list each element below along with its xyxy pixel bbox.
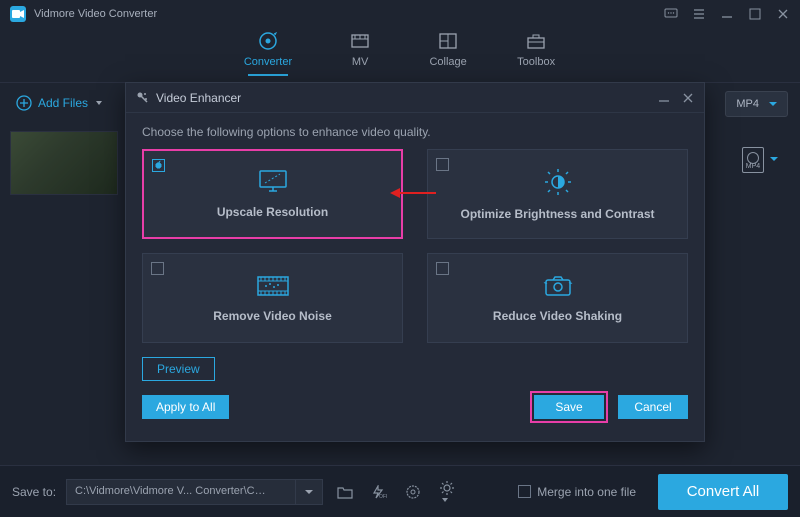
wand-icon [136, 91, 150, 105]
saveto-dropdown-button[interactable] [295, 479, 323, 505]
apply-to-all-button[interactable]: Apply to All [142, 395, 229, 419]
collage-icon [437, 30, 459, 52]
feedback-icon[interactable] [664, 7, 678, 21]
tab-converter[interactable]: Converter [244, 30, 292, 76]
tab-mv[interactable]: MV [340, 30, 380, 76]
option-deshake-label: Reduce Video Shaking [493, 309, 622, 323]
chevron-down-icon [770, 157, 778, 165]
video-enhancer-dialog: Video Enhancer Choose the following opti… [125, 82, 705, 442]
hw-accel-icon[interactable]: OFF [367, 481, 391, 503]
tab-toolbox-label: Toolbox [517, 56, 555, 68]
tab-converter-label: Converter [244, 56, 292, 68]
convert-all-button[interactable]: Convert All [658, 474, 788, 510]
merge-into-one-file-checkbox[interactable]: Merge into one file [518, 485, 636, 499]
svg-text:OFF: OFF [379, 494, 387, 499]
output-format-dropdown[interactable]: MP4 [725, 91, 788, 117]
app-logo-icon [10, 6, 26, 22]
minimize-icon[interactable] [720, 7, 734, 21]
checkbox-checked-icon [152, 159, 165, 172]
chevron-down-icon [94, 98, 104, 108]
top-nav: Converter MV Collage Toolbox [0, 28, 800, 82]
preview-button[interactable]: Preview [142, 357, 215, 381]
option-upscale-label: Upscale Resolution [217, 205, 328, 219]
tab-collage-label: Collage [429, 56, 466, 68]
checkbox-icon [436, 158, 449, 171]
mp4-file-icon: MP4 [742, 147, 764, 173]
cancel-button[interactable]: Cancel [618, 395, 688, 419]
saveto-label: Save to: [12, 485, 56, 499]
settings-icon[interactable] [435, 476, 459, 508]
dialog-title: Video Enhancer [156, 91, 658, 105]
sun-icon [543, 167, 573, 197]
add-files-button[interactable]: Add Files [10, 91, 110, 115]
tab-collage[interactable]: Collage [428, 30, 468, 76]
convert-all-label: Convert All [687, 483, 760, 500]
maximize-icon[interactable] [748, 7, 762, 21]
converter-icon [257, 30, 279, 52]
filmstrip-icon [256, 273, 290, 299]
save-button[interactable]: Save [534, 395, 604, 419]
plus-circle-icon [16, 95, 32, 111]
open-folder-icon[interactable] [333, 481, 357, 503]
titlebar: Vidmore Video Converter [0, 0, 800, 28]
option-remove-noise[interactable]: Remove Video Noise [142, 253, 403, 343]
saveto-path-field[interactable]: C:\Vidmore\Vidmore V... Converter\Conver… [66, 479, 296, 505]
dialog-instruction: Choose the following options to enhance … [126, 113, 704, 149]
checkbox-icon [436, 262, 449, 275]
option-brightness-label: Optimize Brightness and Contrast [460, 207, 654, 221]
option-reduce-shaking[interactable]: Reduce Video Shaking [427, 253, 688, 343]
camera-icon [543, 273, 573, 299]
close-icon[interactable] [776, 7, 790, 21]
checkbox-icon [151, 262, 164, 275]
high-speed-icon[interactable] [401, 480, 425, 504]
option-brightness-contrast[interactable]: Optimize Brightness and Contrast [427, 149, 688, 239]
video-thumbnail[interactable] [10, 131, 118, 195]
tab-mv-label: MV [352, 56, 369, 68]
dialog-minimize-icon[interactable] [658, 92, 670, 104]
add-files-label: Add Files [38, 96, 88, 110]
app-title: Vidmore Video Converter [34, 8, 664, 20]
output-format-value: MP4 [736, 98, 759, 110]
mv-icon [349, 30, 371, 52]
toolbox-icon [525, 30, 547, 52]
monitor-icon [258, 169, 288, 195]
menu-icon[interactable] [692, 7, 706, 21]
option-denoise-label: Remove Video Noise [213, 309, 332, 323]
dialog-header: Video Enhancer [126, 83, 704, 113]
option-upscale-resolution[interactable]: Upscale Resolution [142, 149, 403, 239]
dialog-close-icon[interactable] [682, 92, 694, 104]
merge-label: Merge into one file [537, 485, 636, 499]
output-format-icon-button[interactable]: MP4 [742, 147, 778, 173]
tab-toolbox[interactable]: Toolbox [516, 30, 556, 76]
bottombar: Save to: C:\Vidmore\Vidmore V... Convert… [0, 465, 800, 517]
save-button-highlight: Save [530, 391, 608, 423]
checkbox-icon [518, 485, 531, 498]
